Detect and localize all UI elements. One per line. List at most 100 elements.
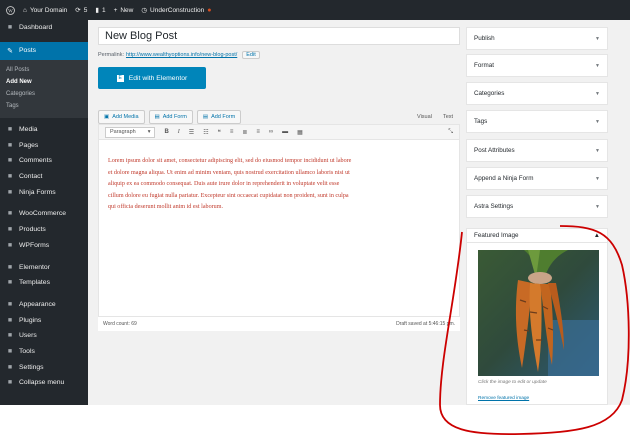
featured-image-help: Click the image to edit or update	[478, 380, 547, 385]
brush-icon: ■	[7, 300, 13, 308]
permalink-edit-button[interactable]: Edit	[242, 51, 260, 59]
add-wpform-button[interactable]: ▤ Add Form	[196, 110, 242, 124]
panel-append-a-ninja-form[interactable]: Append a Ninja Form ▼	[466, 167, 608, 190]
comments-link[interactable]: ▮ 1	[95, 6, 105, 15]
collapse-icon: ■	[7, 379, 13, 387]
edit-with-elementor-button[interactable]: E Edit with Elementor	[98, 67, 206, 89]
sidebar-item-collapse-menu[interactable]: ■ Collapse menu	[0, 375, 88, 391]
fullscreen-icon[interactable]: ⤡	[448, 129, 453, 136]
posts-submenu: All Posts Add New Categories Tags	[0, 59, 88, 118]
sidebar-item-products[interactable]: ■ Products	[0, 222, 88, 238]
sidebar-item-dashboard[interactable]: ■ Dashboard	[0, 20, 88, 36]
chevron-down-icon: ▼	[595, 147, 600, 154]
new-content-link[interactable]: + New	[114, 7, 134, 14]
sidebar-item-tools[interactable]: ■ Tools	[0, 344, 88, 360]
submenu-item-tags[interactable]: Tags	[0, 100, 88, 112]
panel-categories[interactable]: Categories ▼	[466, 82, 608, 105]
bullet-list-icon[interactable]: ☰	[189, 129, 194, 136]
content-line: aliquip ex ea commodo consequat. Duis au…	[108, 181, 340, 187]
woocommerce-icon: ■	[7, 210, 13, 218]
sidebar-item-settings[interactable]: ■ Settings	[0, 359, 88, 375]
comments-icon: ■	[7, 157, 13, 165]
submenu-item-add-new[interactable]: Add New	[0, 76, 88, 88]
bold-icon[interactable]: B	[164, 129, 168, 135]
submenu-item-categories[interactable]: Categories	[0, 88, 88, 100]
sidebar-item-templates[interactable]: ■ Templates	[0, 275, 88, 291]
wrench-icon: ■	[7, 347, 13, 355]
site-name-link[interactable]: ⌂ Your Domain	[23, 7, 67, 14]
chevron-up-icon: ▲	[593, 232, 600, 239]
sidebar-item-users[interactable]: ■ Users	[0, 328, 88, 344]
panel-post-attributes[interactable]: Post Attributes ▼	[466, 139, 608, 162]
italic-icon[interactable]: I	[178, 129, 180, 135]
folder-icon: ■	[7, 279, 13, 287]
toolbar-toggle-icon[interactable]: ▦	[297, 129, 303, 136]
blockquote-icon[interactable]: ❝	[218, 129, 221, 136]
panel-publish[interactable]: Publish ▼	[466, 27, 608, 50]
sidebar-item-posts[interactable]: ✎ Posts	[0, 41, 88, 60]
comment-icon: ▮	[95, 7, 99, 14]
sidebar-item-woocommerce[interactable]: ■ WooCommerce	[0, 206, 88, 222]
sidebar-item-appearance[interactable]: ■ Appearance	[0, 297, 88, 313]
add-media-button[interactable]: ▣ Add Media	[98, 110, 145, 124]
plugin-icon: ■	[7, 316, 13, 324]
wordpress-logo-icon[interactable]: W	[6, 5, 15, 15]
permalink-link[interactable]: http://www.wealthyoptions.info/new-blog-…	[126, 52, 237, 58]
status-dot-icon: ●	[207, 6, 212, 14]
clock-icon: ◷	[141, 7, 148, 14]
forms-icon: ■	[7, 188, 13, 196]
refresh-icon: ⟳	[75, 7, 81, 14]
align-left-icon[interactable]: ≡	[230, 129, 234, 135]
content-line: Lorem ipsum dolor sit amet, consectetur …	[108, 158, 352, 164]
sidebar-item-ninja-forms[interactable]: ■ Ninja Forms	[0, 184, 88, 200]
panel-tags[interactable]: Tags ▼	[466, 110, 608, 133]
sidebar-item-elementor[interactable]: ■ Elementor	[0, 259, 88, 275]
sidebar-item-contact[interactable]: ■ Contact	[0, 169, 88, 185]
align-right-icon[interactable]: ≡	[256, 129, 260, 135]
panel-astra-settings[interactable]: Astra Settings ▼	[466, 195, 608, 218]
media-buttons: ▣ Add Media ▤ Add Form ▤ Add Form	[98, 110, 242, 124]
align-center-icon[interactable]: ≣	[242, 129, 247, 136]
featured-image-panel: Featured Image ▲ Click the image to edit…	[466, 228, 608, 405]
chevron-down-icon: ▼	[595, 35, 600, 42]
chevron-down-icon: ▼	[595, 175, 600, 182]
format-select[interactable]: Paragraph ▾	[105, 126, 156, 138]
editor-status-bar: Word count: 69 Draft saved at 5:46:15 pm…	[98, 316, 460, 331]
pushpin-icon: ✎	[7, 47, 13, 55]
featured-image-thumbnail[interactable]	[478, 250, 599, 376]
tab-text[interactable]: Text	[443, 114, 453, 120]
wpforms-icon: ■	[7, 241, 13, 249]
under-construction-link[interactable]: ◷ UnderConstruction ●	[141, 6, 212, 15]
sidebar-item-wpforms[interactable]: ■ WPForms	[0, 238, 88, 254]
updates-link[interactable]: ⟳ 5	[75, 6, 87, 15]
submenu-item-all-posts[interactable]: All Posts	[0, 64, 88, 76]
post-editor[interactable]: Paragraph ▾ B I ☰ ☷ ❝ ≡ ≣ ≡ ∞ ▬ ▦ ⤡ Lore…	[98, 124, 460, 331]
link-icon[interactable]: ∞	[269, 129, 273, 135]
sidebar-item-media[interactable]: ■ Media	[0, 122, 88, 138]
home-icon: ⌂	[23, 6, 27, 14]
add-form-button[interactable]: ▤ Add Form	[148, 110, 193, 124]
media-icon: ▣	[104, 114, 110, 120]
read-more-icon[interactable]: ▬	[282, 129, 288, 135]
elementor-icon: E	[116, 74, 124, 82]
elementor-icon: ■	[7, 263, 13, 271]
chevron-down-icon: ▼	[595, 62, 600, 69]
numbered-list-icon[interactable]: ☷	[203, 129, 208, 136]
settings-icon: ■	[7, 363, 13, 371]
sidebar-item-comments[interactable]: ■ Comments	[0, 153, 88, 169]
word-count: Word count: 69	[103, 321, 137, 327]
content-line: cillum dolore eu fugiat nulla pariatur. …	[108, 192, 349, 199]
tab-visual[interactable]: Visual	[417, 114, 432, 120]
remove-featured-image-link[interactable]: Remove featured image	[478, 396, 529, 401]
svg-text:W: W	[8, 9, 13, 14]
featured-image-header[interactable]: Featured Image ▲	[467, 229, 607, 243]
panel-format[interactable]: Format ▼	[466, 54, 608, 77]
admin-sidebar: ■ Dashboard ✎ Posts All Posts Add New Categ…	[0, 20, 88, 405]
post-title-input[interactable]	[98, 27, 460, 45]
sidebar-item-pages[interactable]: ■ Pages	[0, 137, 88, 153]
admin-bar: W ⌂ Your Domain ⟳ 5 ▮ 1 + New ◷ UnderCon…	[0, 0, 630, 20]
chevron-down-icon: ▼	[595, 203, 600, 210]
plus-icon: +	[113, 6, 118, 14]
sidebar-item-plugins[interactable]: ■ Plugins	[0, 312, 88, 328]
editor-content[interactable]: Lorem ipsum dolor sit amet, consectetur …	[99, 140, 459, 218]
